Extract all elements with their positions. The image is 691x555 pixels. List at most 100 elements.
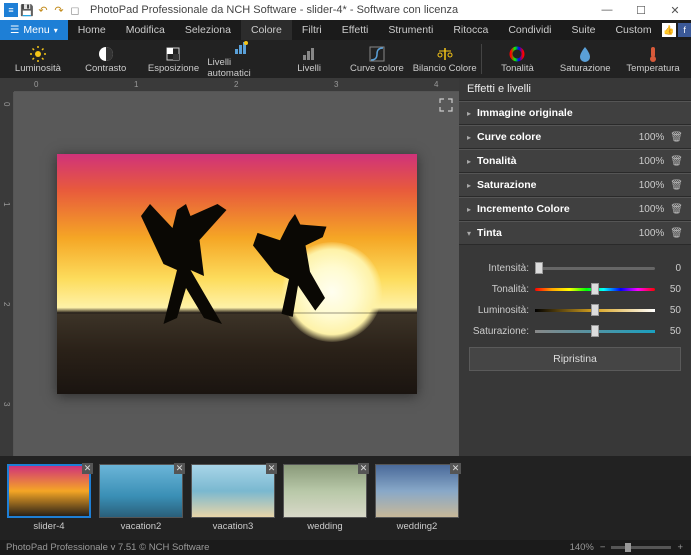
hue-icon [508,45,526,61]
zoom-track[interactable] [611,546,671,549]
thumbnail-vacation2[interactable]: ✕ vacation2 [98,464,184,532]
close-thumb-icon[interactable]: ✕ [174,463,185,474]
saturation-slider: Saturazione: 50 [469,326,681,337]
levels-icon [300,45,318,61]
menu-button[interactable]: ☰ Menu ▾ [0,20,68,40]
saturation-track[interactable] [535,330,655,333]
thumbnail-wedding2[interactable]: ✕ wedding2 [374,464,460,532]
toolbar-temperature[interactable]: Temperatura [619,43,687,76]
ruler-tick: 0 [2,102,11,106]
layer-label: Tonalità [477,155,639,167]
toolbar-saturation[interactable]: Saturazione [551,43,619,76]
thumb-name: wedding2 [397,521,438,532]
luminosity-track[interactable] [535,309,655,312]
hue-track[interactable] [535,288,655,291]
menu-tab-ritocca[interactable]: Ritocca [443,20,498,40]
menu-tab-modifica[interactable]: Modifica [116,20,175,40]
luminosity-thumb[interactable] [591,304,599,316]
toolbar-label: Temperatura [626,63,679,74]
facebook-icon[interactable]: f [678,23,691,37]
status-bar: PhotoPad Professionale v 7.51 © NCH Soft… [0,540,691,555]
layer-tinta[interactable]: ▾ Tinta 100% 🗑 [459,221,691,245]
saturation-thumb[interactable] [591,325,599,337]
layer-opacity: 100% [639,180,665,191]
status-text: PhotoPad Professionale v 7.51 © NCH Soft… [6,542,209,553]
chevron-right-icon: ▸ [467,109,477,118]
fullscreen-icon[interactable] [439,98,453,112]
like-icon[interactable]: 👍 [662,23,676,37]
layer-incremento-colore[interactable]: ▸ Incremento Colore 100% 🗑 [459,197,691,221]
thumbnail-slider-4[interactable]: ✕ slider-4 [6,464,92,532]
menu-tab-strumenti[interactable]: Strumenti [378,20,443,40]
thumb-image [283,464,367,518]
contrast-icon [97,45,115,61]
redo-icon[interactable]: ↷ [52,3,66,17]
chevron-down-icon: ▾ [54,26,58,35]
toolbar-separator [481,44,482,74]
toolbar-label: Bilancio Colore [413,63,477,74]
close-button[interactable]: ✕ [663,4,687,17]
layer-saturazione[interactable]: ▸ Saturazione 100% 🗑 [459,173,691,197]
delete-layer-icon[interactable]: 🗑 [670,156,683,167]
social-icons: 👍 f t in ⋯ [662,20,691,40]
menu-tab-suite[interactable]: Suite [562,20,606,40]
toolbar-brightness[interactable]: Luminosità [4,43,72,76]
save-icon[interactable]: 💾 [20,3,34,17]
layer-immagine-originale[interactable]: ▸ Immagine originale [459,101,691,125]
toolbar-contrast[interactable]: Contrasto [72,43,140,76]
app-icon: ≡ [4,3,18,17]
zoom-out-button[interactable]: − [598,542,608,553]
menu-tab-condividi[interactable]: Condividi [498,20,561,40]
close-thumb-icon[interactable]: ✕ [266,463,277,474]
close-thumb-icon[interactable]: ✕ [358,463,369,474]
canvas[interactable] [14,92,459,456]
layer-label: Tinta [477,227,639,239]
layer-label: Incremento Colore [477,203,639,215]
undo-icon[interactable]: ↶ [36,3,50,17]
thumb-name: wedding [307,521,342,532]
canvas-area: 01234 0123 [0,78,459,456]
minimize-button[interactable]: — [595,4,619,17]
thumbnail-wedding[interactable]: ✕ wedding [282,464,368,532]
maximize-button[interactable]: ☐ [629,4,653,17]
zoom-in-button[interactable]: + [675,542,685,553]
menu-tab-custom[interactable]: Custom [605,20,661,40]
menu-tab-home[interactable]: Home [68,20,116,40]
chevron-down-icon: ▾ [467,229,477,238]
thumb-image [375,464,459,518]
close-thumb-icon[interactable]: ✕ [450,463,461,474]
menu-tab-effetti[interactable]: Effetti [332,20,379,40]
zoom-thumb[interactable] [625,543,631,552]
intensity-value: 0 [661,263,681,274]
layer-curve-colore[interactable]: ▸ Curve colore 100% 🗑 [459,125,691,149]
toolbar-exposure[interactable]: Esposizione [140,43,208,76]
intensity-slider: Intensità: 0 [469,263,681,274]
saturation-value: 50 [661,326,681,337]
chevron-right-icon: ▸ [467,205,477,214]
luminosity-value: 50 [661,305,681,316]
thumbnail-vacation3[interactable]: ✕ vacation3 [190,464,276,532]
delete-layer-icon[interactable]: 🗑 [670,228,683,239]
thumb-image [191,464,275,518]
close-thumb-icon[interactable]: ✕ [82,463,93,474]
toolbar-hue[interactable]: Tonalità [484,43,552,76]
menu-tab-filtri[interactable]: Filtri [292,20,332,40]
intensity-track[interactable] [535,267,655,270]
new-icon[interactable]: ◻ [68,3,82,17]
reset-button[interactable]: Ripristina [469,347,681,371]
toolbar-levels[interactable]: Livelli [275,43,343,76]
layer-tonalità[interactable]: ▸ Tonalità 100% 🗑 [459,149,691,173]
layer-label: Saturazione [477,179,639,191]
delete-layer-icon[interactable]: 🗑 [670,132,683,143]
intensity-thumb[interactable] [535,262,543,274]
chevron-right-icon: ▸ [467,181,477,190]
delete-layer-icon[interactable]: 🗑 [670,204,683,215]
toolbar-auto-levels[interactable]: Livelli automatici [207,37,275,81]
layer-opacity: 100% [639,204,665,215]
ruler-tick: 1 [2,202,11,206]
ruler-vertical: 0123 [0,92,14,456]
delete-layer-icon[interactable]: 🗑 [670,180,683,191]
hue-thumb[interactable] [591,283,599,295]
toolbar-balance[interactable]: Bilancio Colore [411,43,479,76]
toolbar-curves[interactable]: Curve colore [343,43,411,76]
